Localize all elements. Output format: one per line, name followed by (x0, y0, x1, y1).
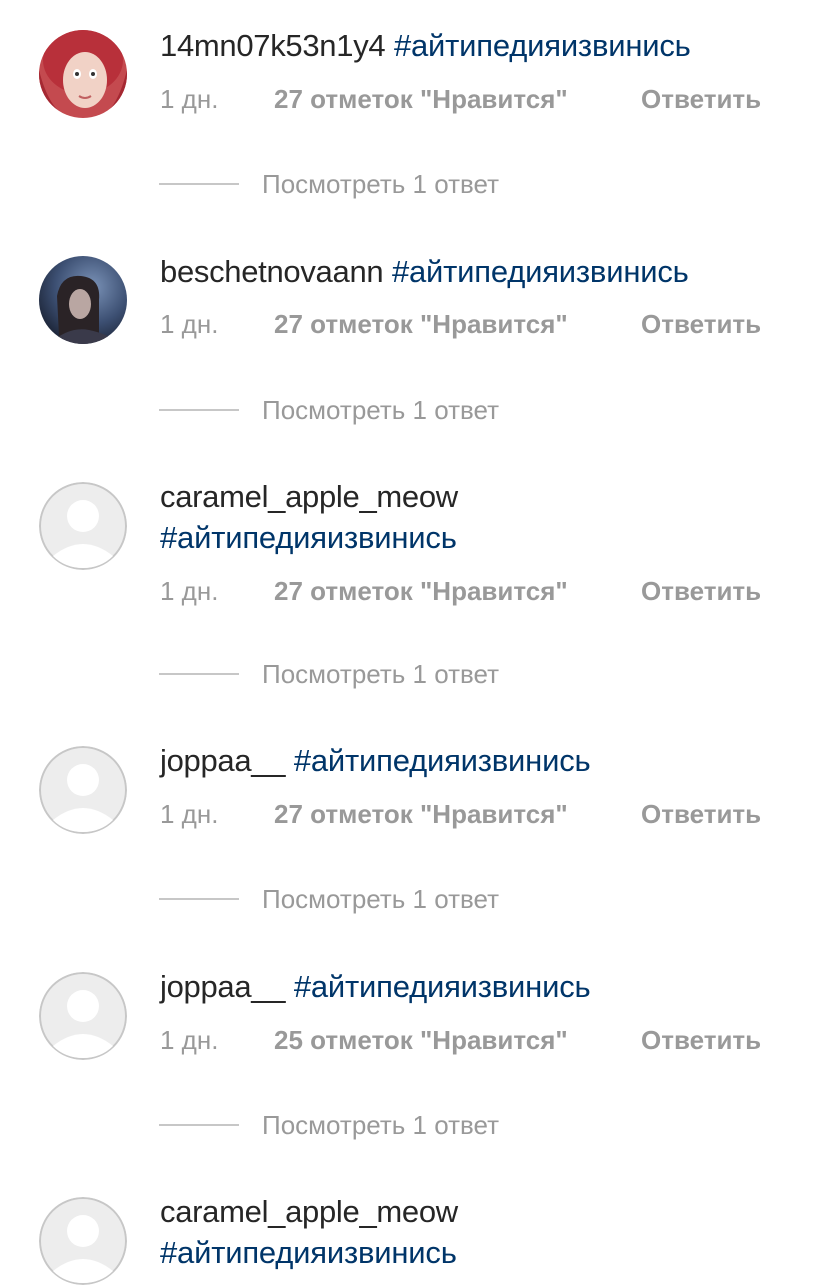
comment-username[interactable]: beschetnovaann (160, 254, 384, 289)
comment-username[interactable]: joppaa__ (160, 743, 285, 778)
comment-username[interactable]: 14mn07k53n1y4 (160, 28, 386, 63)
avatar-photo-dark-icon (39, 256, 127, 344)
replies-divider (159, 898, 239, 900)
replies-divider (159, 673, 239, 675)
comment-hashtag[interactable]: #айтипедияизвинись (160, 1235, 457, 1270)
view-replies-button[interactable]: Посмотреть 1 ответ (159, 1108, 659, 1142)
comment-text: caramel_apple_meow (160, 477, 806, 517)
comment-likes[interactable]: 27 отметок "Нравится" (274, 82, 568, 116)
view-replies-label: Посмотреть 1 ответ (262, 1110, 500, 1140)
comment-time: 1 дн. (160, 309, 219, 339)
replies-divider (159, 1124, 239, 1126)
view-replies-label: Посмотреть 1 ответ (262, 169, 500, 199)
comment-username[interactable]: caramel_apple_meow (160, 479, 458, 514)
comment-text: #айтипедияизвинись (160, 1233, 806, 1273)
comment-text: beschetnovaann #айтипедияизвинись (160, 252, 806, 292)
comment-time: 1 дн. (160, 1025, 219, 1055)
comment-hashtag[interactable]: #айтипедияизвинись (294, 743, 591, 778)
comment-likes[interactable]: 27 отметок "Нравится" (274, 797, 568, 831)
default-avatar-icon (39, 482, 127, 570)
comment-text: joppaa__ #айтипедияизвинись (160, 967, 806, 1007)
comment-text: 14mn07k53n1y4 #айтипедияизвинись (160, 26, 806, 66)
avatar[interactable] (39, 972, 127, 1060)
comment-hashtag[interactable]: #айтипедияизвинись (392, 254, 689, 289)
reply-button[interactable]: Ответить (641, 82, 761, 116)
view-replies-label: Посмотреть 1 ответ (262, 659, 500, 689)
comment-text: #айтипедияизвинись (160, 518, 806, 558)
comment-likes[interactable]: 27 отметок "Нравится" (274, 574, 568, 608)
avatar[interactable] (39, 1197, 127, 1285)
avatar[interactable] (39, 746, 127, 834)
view-replies-label: Посмотреть 1 ответ (262, 884, 500, 914)
replies-divider (159, 409, 239, 411)
comment-username[interactable]: caramel_apple_meow (160, 1194, 458, 1229)
comment-hashtag[interactable]: #айтипедияизвинись (394, 28, 691, 63)
reply-button[interactable]: Ответить (641, 307, 761, 341)
comment-hashtag[interactable]: #айтипедияизвинись (160, 520, 457, 555)
reply-button[interactable]: Ответить (641, 1023, 761, 1057)
comment-text: joppaa__ #айтипедияизвинись (160, 741, 806, 781)
comment-time: 1 дн. (160, 84, 219, 114)
comment-time: 1 дн. (160, 576, 219, 606)
comment-username[interactable]: joppaa__ (160, 969, 285, 1004)
comment-likes[interactable]: 25 отметок "Нравится" (274, 1023, 568, 1057)
view-replies-button[interactable]: Посмотреть 1 ответ (159, 167, 659, 201)
reply-button[interactable]: Ответить (641, 574, 761, 608)
avatar[interactable] (39, 30, 127, 118)
avatar[interactable] (39, 482, 127, 570)
view-replies-button[interactable]: Посмотреть 1 ответ (159, 393, 659, 427)
avatar-photo-red-hair-icon (39, 30, 127, 118)
comment-hashtag[interactable]: #айтипедияизвинись (294, 969, 591, 1004)
replies-divider (159, 183, 239, 185)
default-avatar-icon (39, 746, 127, 834)
default-avatar-icon (39, 972, 127, 1060)
comment-likes[interactable]: 27 отметок "Нравится" (274, 307, 568, 341)
comment-time: 1 дн. (160, 799, 219, 829)
view-replies-button[interactable]: Посмотреть 1 ответ (159, 882, 659, 916)
view-replies-button[interactable]: Посмотреть 1 ответ (159, 657, 659, 691)
reply-button[interactable]: Ответить (641, 797, 761, 831)
avatar[interactable] (39, 256, 127, 344)
comment-text: caramel_apple_meow (160, 1192, 806, 1232)
view-replies-label: Посмотреть 1 ответ (262, 395, 500, 425)
default-avatar-icon (39, 1197, 127, 1285)
